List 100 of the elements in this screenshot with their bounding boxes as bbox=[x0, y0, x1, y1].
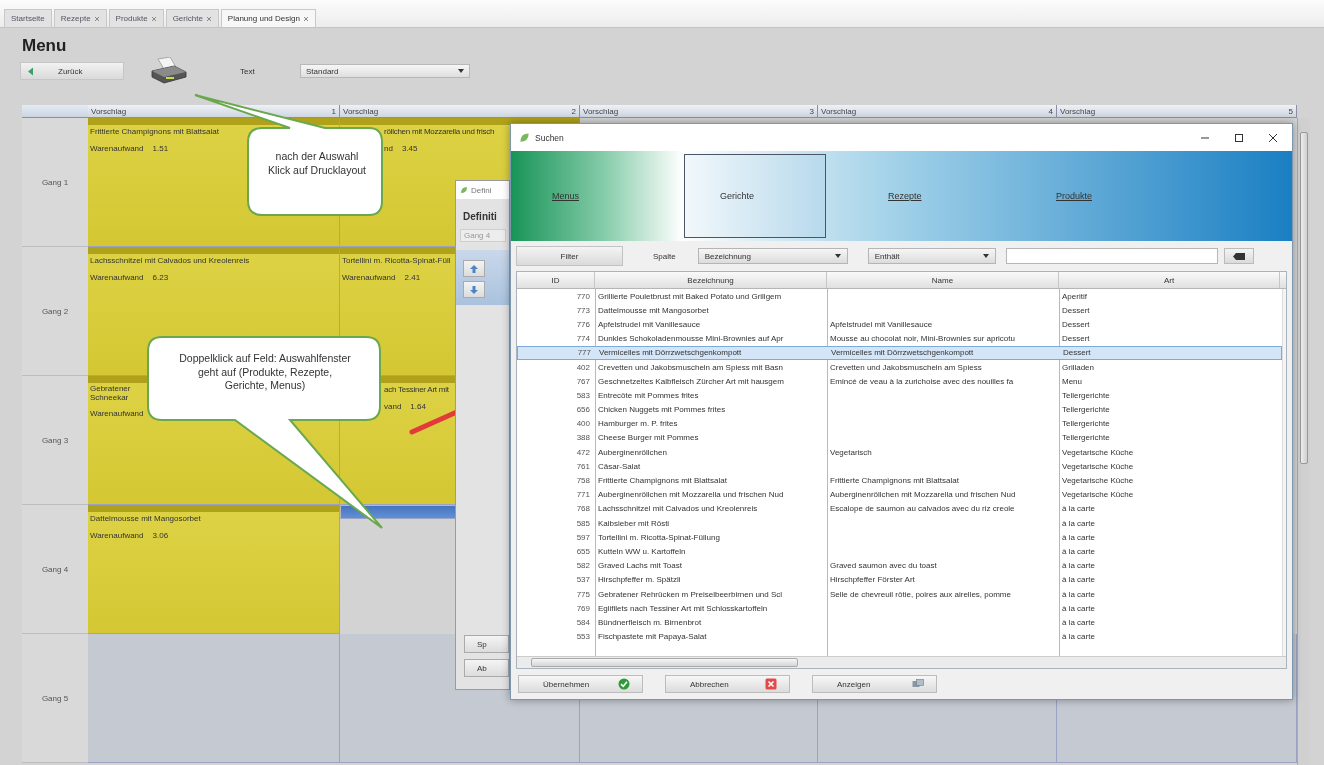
table-cell-text: Crevetten und Jakobsmuscheln am Spiess bbox=[829, 361, 983, 374]
row-header: Gang 4 bbox=[22, 505, 88, 634]
column-label: Vorschlag bbox=[343, 106, 379, 116]
table-cell-text: à la carte bbox=[1061, 602, 1096, 615]
table-cell-text: Hirschpfeffer m. Spätzli bbox=[597, 574, 682, 587]
table-cell-text: Tellergerichte bbox=[1061, 418, 1111, 431]
table-cell-text: à la carte bbox=[1061, 588, 1096, 601]
dish-name: Lachsschnitzel mit Calvados und Kreolenreis bbox=[90, 256, 250, 265]
table-cell-text: Dessert bbox=[1061, 333, 1091, 346]
dish-name: Dattelmousse mit Mangosorbet bbox=[90, 514, 201, 523]
table-cell-text: Menu bbox=[1061, 375, 1083, 388]
row-header: Gang 3 bbox=[22, 376, 88, 505]
table-cell-text: Eglifilets nach Tessiner Art mit Schlosskartoffeln bbox=[597, 602, 769, 615]
table-cell-text: Entrecôte mit Pommes frites bbox=[597, 389, 700, 402]
cost-label: Warenaufwand bbox=[90, 409, 144, 418]
id-cell-text: 775 bbox=[575, 588, 591, 601]
cost-label: nd bbox=[384, 144, 393, 153]
id-cell-text: 597 bbox=[575, 531, 591, 544]
table-cell-text: Hamburger m. P. frites bbox=[597, 418, 679, 431]
id-cell-text: 768 bbox=[575, 503, 591, 516]
cost-value: 6.23 bbox=[152, 273, 169, 282]
table-cell-text: Dattelmousse mit Mangosorbet bbox=[597, 304, 710, 317]
table-cell-text: Vegetarische Küche bbox=[1061, 489, 1135, 502]
window-title: Defini bbox=[471, 185, 492, 195]
column-label: Spalte bbox=[653, 251, 676, 261]
id-cell-text: 761 bbox=[575, 460, 591, 473]
cost-label: Warenaufwand bbox=[90, 531, 144, 540]
id-cell-text: 400 bbox=[575, 418, 591, 431]
text-label: Text bbox=[240, 66, 256, 76]
row-header: Gang 2 bbox=[22, 247, 88, 376]
table-cell-text: Vermicelles mit Dörrzwetschgenkompott bbox=[830, 347, 975, 359]
table-cell-text: Selle de chevreuil rôtie, poires aux airelles, pomme bbox=[829, 588, 1012, 601]
table-cell-text: Grilladen bbox=[1061, 361, 1095, 374]
id-cell-text: 773 bbox=[575, 304, 591, 317]
id-cell-text: 582 bbox=[575, 560, 591, 573]
column-label: Vorschlag bbox=[1060, 106, 1096, 116]
table-cell-text: Tellergerichte bbox=[1061, 404, 1111, 417]
table-cell-text: Escalope de saumon au calvados avec du riz creole bbox=[829, 503, 1016, 516]
table-cell-text: à la carte bbox=[1061, 531, 1096, 544]
id-cell-text: 402 bbox=[575, 361, 591, 374]
cost-label: Warenaufwand bbox=[90, 273, 144, 282]
table-cell-text: Mousse au chocolat noir, Mini-Brownies sur apricotu bbox=[829, 333, 1016, 346]
table-cell-text: à la carte bbox=[1061, 631, 1096, 644]
dish-name: ach Tessiner Art mit bbox=[384, 385, 449, 394]
table-cell-text: à la carte bbox=[1061, 545, 1096, 558]
table-cell-text: à la carte bbox=[1061, 517, 1096, 530]
table-cell-text: Tortellini m. Ricotta-Spinat-Füllung bbox=[597, 531, 721, 544]
id-cell-text: 585 bbox=[575, 517, 591, 530]
table-cell-text: Tellergerichte bbox=[1061, 389, 1111, 402]
column-label: Vorschlag bbox=[91, 106, 127, 116]
table-cell-text: Grillierte Pouletbrust mit Baked Potato und Grillgem bbox=[597, 290, 783, 303]
id-cell-text: 583 bbox=[575, 389, 591, 402]
table-cell-text: Emincé de veau à la zurichoise avec des nouilles fa bbox=[829, 375, 1015, 388]
id-cell-text: 584 bbox=[575, 616, 591, 629]
dish-name: Schneekar bbox=[90, 393, 129, 402]
id-cell-text: 776 bbox=[575, 318, 591, 331]
table-cell-text: à la carte bbox=[1061, 503, 1096, 516]
table-cell-text: Dunkles Schokoladenmousse Mini-Brownies auf Apr bbox=[597, 333, 785, 346]
id-cell-text: 656 bbox=[575, 404, 591, 417]
table-cell-text: Graved saumon avec du toast bbox=[829, 560, 938, 573]
id-cell-text: 472 bbox=[575, 446, 591, 459]
id-cell-text: 537 bbox=[575, 574, 591, 587]
table-cell-text: Hirschpfeffer Förster Art bbox=[829, 574, 916, 587]
table-cell-text: Apfelstrudel mit Vanillesauce bbox=[829, 318, 934, 331]
table-cell-text: Aperitif bbox=[1061, 290, 1088, 303]
cost-value: 2.41 bbox=[404, 273, 421, 282]
dialog-heading: Definiti bbox=[463, 211, 498, 222]
id-cell-text: 777 bbox=[576, 347, 592, 359]
table-cell-text: Vegetarische Küche bbox=[1061, 460, 1135, 473]
id-cell-text: 553 bbox=[575, 631, 591, 644]
table-cell-text: Apfelstrudel mit Vanillesauce bbox=[597, 318, 702, 331]
table-cell-text: Lachsschnitzel mit Calvados und Kreolenreis bbox=[597, 503, 759, 516]
table-cell-text: Kalbsleber mit Rösti bbox=[597, 517, 671, 530]
table-cell-text: Cheese Burger mit Pommes bbox=[597, 432, 700, 445]
table-cell-text: à la carte bbox=[1061, 560, 1096, 573]
table-cell-text: à la carte bbox=[1061, 574, 1096, 587]
id-cell-text: 774 bbox=[575, 333, 591, 346]
dish-name: Tortellini m. Ricotta-Spinat-Füll bbox=[342, 256, 451, 265]
id-cell-text: 770 bbox=[575, 290, 591, 303]
table-cell-text: Frittierte Champignons mit Blattsalat bbox=[829, 475, 960, 488]
cost-label: Warenaufwand bbox=[342, 273, 396, 282]
table-cell-text: Gebratener Rehrücken m Preiselbeerbirnen und Scl bbox=[597, 588, 784, 601]
column-number: 4 bbox=[1048, 106, 1053, 116]
table-cell-text: Dessert bbox=[1061, 318, 1091, 331]
table-cell-text: Dessert bbox=[1061, 304, 1091, 317]
dish-name: Gebratener bbox=[90, 384, 131, 393]
table-cell-text: Geschnetzeltes Kalbfleisch Zürcher Art mit hausgem bbox=[597, 375, 785, 388]
table-cell-text: Vermicelles mit Dörrzwetschgenkompott bbox=[598, 347, 743, 359]
cost-value: 1.64 bbox=[410, 402, 426, 411]
window-title: Suchen bbox=[535, 132, 564, 143]
table-cell-text: à la carte bbox=[1061, 616, 1096, 629]
table-cell-text: Crevetten und Jakobsmuscheln am Spiess mit Basn bbox=[597, 361, 784, 374]
id-cell-text: 388 bbox=[575, 432, 591, 445]
column-label: Vorschlag bbox=[583, 106, 619, 116]
table-cell-text: Graved Lachs mit Toast bbox=[597, 560, 683, 573]
table-cell-text: Auberginenröllchen mit Mozzarella und frischen Nud bbox=[829, 489, 1017, 502]
column-number: 5 bbox=[1288, 106, 1293, 116]
cost-value: 3.45 bbox=[401, 144, 418, 153]
column-label: Vorschlag bbox=[821, 106, 857, 116]
table-cell-text: Vegetarisch bbox=[829, 446, 873, 459]
